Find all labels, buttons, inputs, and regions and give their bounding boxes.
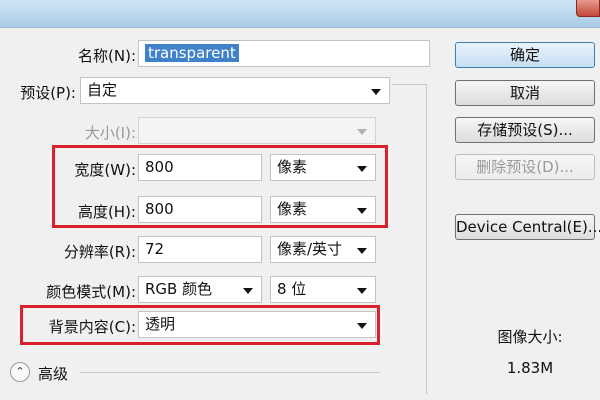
preset-select[interactable]: 自定: [80, 77, 390, 104]
bit-depth-select[interactable]: 8 位: [270, 276, 376, 303]
resolution-unit-select[interactable]: 像素/英寸: [270, 236, 376, 263]
cancel-button[interactable]: 取消: [455, 80, 595, 106]
chevron-down-icon: [371, 89, 381, 95]
preset-select-value: 自定: [87, 81, 118, 99]
ok-button[interactable]: 确定: [455, 42, 595, 68]
size-label: 大小(I):: [84, 124, 136, 142]
name-input-value: transparent: [145, 44, 239, 62]
color-mode-value: RGB 颜色: [145, 280, 213, 298]
name-input[interactable]: transparent: [138, 40, 430, 67]
width-unit-select[interactable]: 像素: [270, 154, 376, 181]
device-central-button[interactable]: Device Central(E)...: [455, 214, 600, 240]
height-unit-value: 像素: [277, 200, 308, 218]
chevron-down-icon: [357, 129, 367, 135]
bit-depth-value: 8 位: [277, 280, 307, 298]
width-input[interactable]: 800: [138, 154, 262, 181]
size-select: [138, 117, 376, 144]
resolution-label: 分辨率(R):: [63, 243, 136, 261]
resolution-input[interactable]: 72: [138, 236, 262, 263]
chevron-down-icon: [357, 288, 367, 294]
chevron-down-icon: [357, 208, 367, 214]
resolution-unit-value: 像素/英寸: [277, 240, 343, 258]
chevron-down-icon: [357, 248, 367, 254]
height-label: 高度(H):: [77, 203, 136, 221]
chevron-down-icon: [357, 323, 367, 329]
background-label: 背景内容(C):: [48, 318, 136, 336]
width-label: 宽度(W):: [74, 161, 136, 179]
expand-advanced-icon[interactable]: ⌃: [10, 362, 30, 382]
height-input[interactable]: 800: [138, 196, 262, 223]
preset-label: 预设(P):: [20, 84, 76, 102]
advanced-label[interactable]: 高级: [38, 363, 68, 384]
height-unit-select[interactable]: 像素: [270, 196, 376, 223]
width-unit-value: 像素: [277, 158, 308, 176]
separator-line: [426, 84, 427, 394]
chevron-down-icon: [243, 288, 253, 294]
name-label: 名称(N):: [78, 47, 136, 65]
delete-preset-button: 删除预设(D)...: [455, 154, 595, 180]
image-size-value: 1.83M: [506, 359, 554, 377]
advanced-separator: [80, 372, 380, 373]
separator-line-top: [392, 84, 426, 85]
close-icon[interactable]: [576, 0, 600, 17]
background-select[interactable]: 透明: [138, 311, 376, 338]
save-preset-button[interactable]: 存储预设(S)...: [455, 117, 595, 143]
background-value: 透明: [145, 315, 176, 333]
color-mode-select[interactable]: RGB 颜色: [138, 276, 262, 303]
color-mode-label: 颜色模式(M):: [46, 283, 136, 301]
title-bar: [0, 0, 600, 28]
chevron-down-icon: [357, 166, 367, 172]
image-size-label: 图像大小:: [497, 328, 563, 346]
